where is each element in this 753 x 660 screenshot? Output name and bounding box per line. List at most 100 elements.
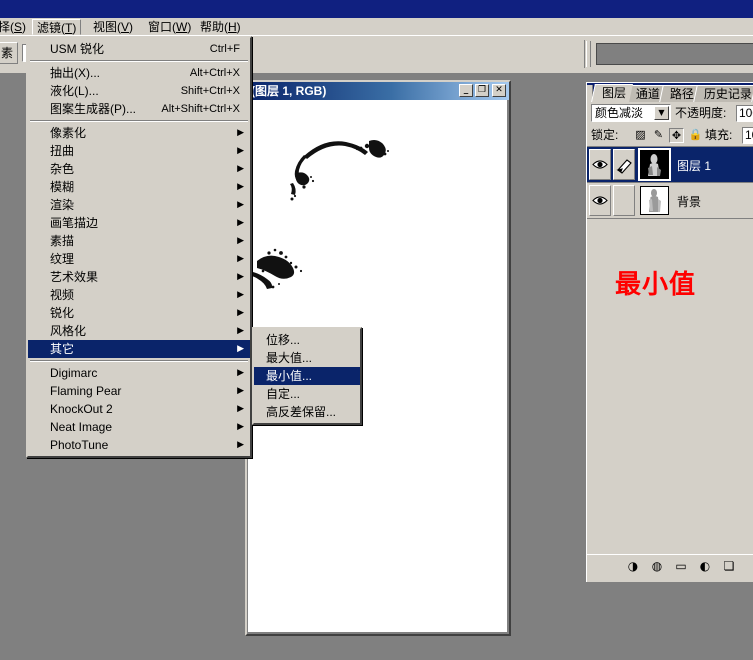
- filter-menu-item[interactable]: Flaming Pear ▶: [28, 382, 250, 400]
- lock-transparent-pixels-icon[interactable]: ▨: [633, 128, 648, 143]
- menu-filter[interactable]: 滤镜(T): [32, 19, 82, 35]
- filter-menu-item[interactable]: KnockOut 2 ▶: [28, 400, 250, 418]
- menu-item-label: 模糊: [50, 180, 75, 194]
- menu-window[interactable]: 窗口(W): [144, 19, 195, 35]
- menu-separator: [30, 360, 248, 362]
- options-bar-palette-well-inner[interactable]: [596, 43, 753, 65]
- submenu-item-label: 高反差保留...: [266, 405, 337, 419]
- filter-menu-item[interactable]: Neat Image ▶: [28, 418, 250, 436]
- palette-tab-0[interactable]: 图层: [591, 84, 633, 102]
- chevron-right-icon: ▶: [237, 404, 244, 414]
- blend-mode-value: 颜色减淡: [595, 106, 644, 120]
- chevron-right-icon: ▶: [237, 344, 244, 354]
- chevron-down-icon[interactable]: ▼: [654, 106, 669, 120]
- adjustment-layer-button[interactable]: ◐: [697, 559, 713, 575]
- menu-item-label: 杂色: [50, 162, 75, 176]
- menu-item-label: PhotoTune: [50, 438, 109, 452]
- brush-icon[interactable]: [613, 149, 635, 180]
- filter-menu-item[interactable]: PhotoTune ▶: [28, 436, 250, 454]
- layer-name: 图层 1: [677, 159, 712, 173]
- palette-tab-strip: 图层通道路径历史记录动: [587, 83, 753, 102]
- menu-item-label: 液化(L)...: [50, 84, 99, 98]
- menu-item-shortcut: Alt+Ctrl+X: [189, 67, 240, 79]
- opacity-label: 不透明度:: [675, 106, 727, 120]
- menu-item-label: USM 锐化: [50, 42, 105, 56]
- lock-image-pixels-icon[interactable]: ✎: [651, 128, 666, 143]
- filter-menu-item[interactable]: 纹理 ▶: [28, 250, 250, 268]
- menu-item-shortcut: Alt+Shift+Ctrl+X: [161, 103, 240, 115]
- submenu-item-label: 最小值...: [266, 369, 313, 383]
- fill-input[interactable]: 100: [742, 127, 753, 144]
- eye-icon[interactable]: [589, 149, 611, 180]
- palette-tab-3[interactable]: 历史记录: [693, 85, 753, 102]
- menu-select[interactable]: 择(S): [0, 19, 30, 35]
- menu-item-label: Flaming Pear: [50, 384, 122, 398]
- options-bar-tool-preset[interactable]: 素: [0, 42, 18, 64]
- filter-menu-item[interactable]: 视频 ▶: [28, 286, 250, 304]
- layer-style-button[interactable]: ◑: [625, 559, 641, 575]
- chevron-right-icon: ▶: [237, 182, 244, 192]
- menu-item-label: 锐化: [50, 306, 75, 320]
- minimize-icon[interactable]: _: [459, 84, 473, 97]
- layer-thumbnail[interactable]: [640, 186, 669, 215]
- palette-blend-row: 颜色减淡 ▼ 不透明度: 100: [587, 102, 753, 124]
- menu-item-label: 图案生成器(P)...: [50, 102, 136, 116]
- chevron-right-icon: ▶: [237, 236, 244, 246]
- chevron-right-icon: ▶: [237, 290, 244, 300]
- layer-name: 背景: [677, 195, 702, 209]
- close-icon[interactable]: ✕: [492, 84, 506, 97]
- submenu-item-label: 位移...: [266, 333, 301, 347]
- submenu-item[interactable]: 最大值...: [254, 349, 360, 367]
- menu-item-label: 渲染: [50, 198, 75, 212]
- filter-menu-item[interactable]: 锐化 ▶: [28, 304, 250, 322]
- menu-separator: [30, 60, 248, 62]
- submenu-item[interactable]: 高反差保留...: [254, 403, 360, 421]
- options-bar-grip[interactable]: [586, 41, 591, 67]
- chevron-right-icon: ▶: [237, 368, 244, 378]
- menu-item-label: 抽出(X)...: [50, 66, 100, 80]
- menu-help[interactable]: 帮助(H): [196, 19, 245, 35]
- application-title-bar: [0, 0, 753, 18]
- layer-thumbnail[interactable]: [638, 148, 671, 181]
- layer-mask-button[interactable]: ◍: [649, 559, 665, 575]
- menu-item-label: Digimarc: [50, 366, 98, 380]
- filter-menu-item[interactable]: 渲染 ▶: [28, 196, 250, 214]
- filter-menu-item[interactable]: 模糊 ▶: [28, 178, 250, 196]
- filter-menu-item[interactable]: USM 锐化 Ctrl+F: [28, 40, 250, 58]
- layer-row[interactable]: 图层 1: [587, 147, 753, 183]
- filter-menu-item[interactable]: 艺术效果 ▶: [28, 268, 250, 286]
- filter-menu-item[interactable]: 图案生成器(P)... Alt+Shift+Ctrl+X: [28, 100, 250, 118]
- filter-menu-item[interactable]: 扭曲 ▶: [28, 142, 250, 160]
- eye-icon[interactable]: [589, 185, 611, 216]
- lock-all-icon[interactable]: 🔒: [688, 128, 703, 143]
- filter-menu-item[interactable]: 素描 ▶: [28, 232, 250, 250]
- filter-menu-item[interactable]: 抽出(X)... Alt+Ctrl+X: [28, 64, 250, 82]
- maximize-icon[interactable]: ❐: [475, 84, 489, 97]
- opacity-input[interactable]: 100: [736, 105, 753, 122]
- submenu-item[interactable]: 自定...: [254, 385, 360, 403]
- new-layer-button[interactable]: ❏: [721, 559, 737, 575]
- layer-row[interactable]: 背景: [587, 183, 753, 219]
- filter-menu-item[interactable]: 杂色 ▶: [28, 160, 250, 178]
- menu-view[interactable]: 视图(V): [89, 19, 137, 35]
- new-group-button[interactable]: ▭: [673, 559, 689, 575]
- link-cell[interactable]: [613, 185, 635, 216]
- menu-item-label: 扭曲: [50, 144, 75, 158]
- menu-item-label: KnockOut 2: [50, 402, 113, 416]
- filter-menu-item[interactable]: 风格化 ▶: [28, 322, 250, 340]
- filter-menu-item[interactable]: Digimarc ▶: [28, 364, 250, 382]
- submenu-item[interactable]: 位移...: [254, 331, 360, 349]
- document-title-bar[interactable]: (图层 1, RGB) _ ❐ ✕: [247, 82, 509, 100]
- chevron-right-icon: ▶: [237, 218, 244, 228]
- palette-tab-label: 历史记录: [703, 87, 752, 101]
- filter-menu-item[interactable]: 液化(L)... Shift+Ctrl+X: [28, 82, 250, 100]
- lock-position-icon[interactable]: ✥: [669, 128, 684, 143]
- submenu-item[interactable]: 最小值...: [254, 367, 360, 385]
- blend-mode-select[interactable]: 颜色减淡 ▼: [591, 104, 671, 122]
- filter-menu-item[interactable]: 像素化 ▶: [28, 124, 250, 142]
- filter-menu-item[interactable]: 画笔描边 ▶: [28, 214, 250, 232]
- menu-item-label: 视频: [50, 288, 75, 302]
- menu-item-label: 其它: [50, 342, 75, 356]
- document-title: (图层 1, RGB): [251, 84, 327, 98]
- filter-menu-item[interactable]: 其它 ▶: [28, 340, 250, 358]
